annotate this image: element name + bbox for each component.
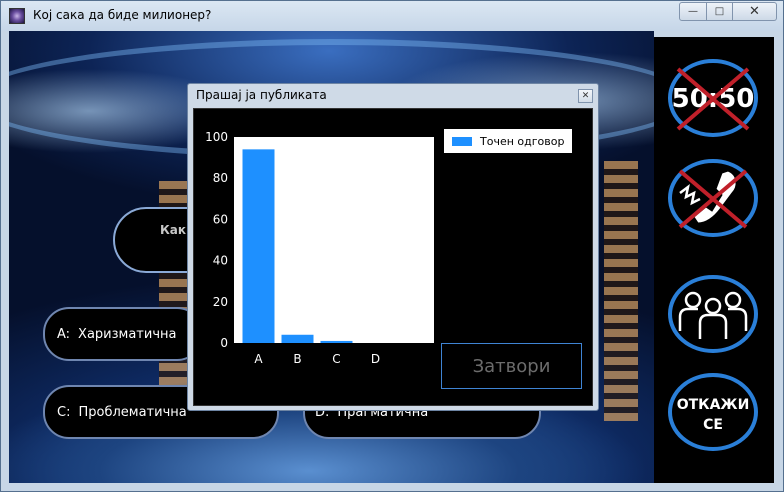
phone-a-friend-icon [668, 159, 758, 237]
title-bar: Кој сака да биде милионер? — □ ✕ [1, 1, 783, 31]
phone-a-friend-lifeline-button[interactable] [666, 157, 760, 239]
answer-a-text: Харизматична [78, 326, 177, 342]
dialog-body: 0 20 40 60 80 100 A B C D Точен одговор Затвори [193, 108, 593, 406]
close-button[interactable]: ✕ [733, 2, 777, 21]
quit-button[interactable]: ОТКАЖИ СЕ [666, 371, 760, 453]
ask-audience-icon [668, 275, 758, 353]
answer-c-letter: C: [57, 404, 71, 420]
legend-swatch [452, 136, 472, 146]
quit-label-line-2: СЕ [703, 417, 723, 433]
x-tick-label-c: C [332, 352, 340, 366]
x-tick-label-d: D [371, 352, 380, 366]
quit-label-line-1: ОТКАЖИ [677, 397, 750, 413]
answer-a-button[interactable]: A: Харизматична [43, 307, 203, 361]
window-title: Кој сака да биде милионер? [33, 8, 212, 22]
dialog-close-button[interactable]: ✕ [578, 89, 593, 103]
minimize-button[interactable]: — [679, 2, 707, 21]
main-window: Кој сака да биде милионер? — □ ✕ Каква A… [0, 0, 784, 492]
y-tick-label: 40 [213, 254, 228, 268]
app-icon [9, 8, 25, 24]
dialog-title: Прашај ја публиката [196, 88, 327, 102]
lifelines-panel: 50:50 [654, 37, 774, 483]
audience-bar-chart: 0 20 40 60 80 100 A B C D [205, 130, 434, 366]
legend-label: Точен одговор [480, 134, 565, 148]
answer-c-text: Проблематична [78, 404, 187, 420]
bar-b [281, 334, 314, 343]
ask-audience-dialog: Прашај ја публиката ✕ 0 20 40 60 80 100 A B C D Т… [187, 83, 599, 411]
ask-audience-lifeline-button[interactable] [666, 273, 760, 355]
answer-a-letter: A: [57, 326, 71, 342]
y-tick-label: 0 [220, 336, 228, 350]
bar-a [242, 149, 275, 343]
bar-c [320, 340, 353, 343]
fifty-fifty-lifeline-button[interactable]: 50:50 [666, 57, 760, 139]
y-tick-label: 20 [213, 295, 228, 309]
y-tick-label: 100 [205, 130, 228, 144]
close-dialog-button[interactable]: Затвори [441, 343, 582, 389]
chart-legend: Точен одговор [444, 129, 572, 153]
x-tick-label-a: A [254, 352, 263, 366]
y-tick-label: 60 [213, 212, 228, 226]
y-tick-label: 80 [213, 171, 228, 185]
maximize-button[interactable]: □ [707, 2, 733, 21]
x-tick-label-b: B [293, 352, 301, 366]
